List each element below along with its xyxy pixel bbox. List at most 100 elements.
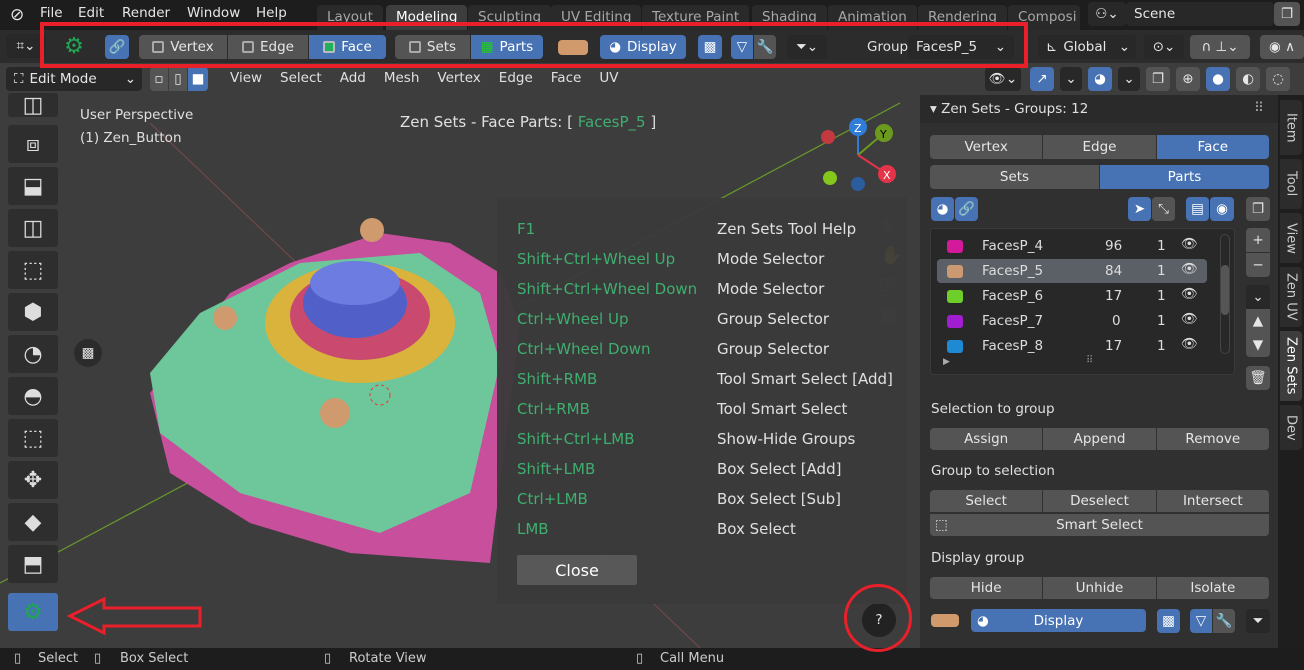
list-item[interactable]: FacesP_7 0 1 👁 <box>937 309 1207 333</box>
deselect-button[interactable]: Deselect <box>1043 490 1157 512</box>
smooth-tool-icon[interactable]: ◓ <box>8 377 58 415</box>
menu-vertex[interactable]: Vertex <box>437 70 480 86</box>
tab-item[interactable]: Item <box>1280 100 1302 155</box>
tab-zen-sets[interactable]: Zen Sets <box>1280 331 1302 401</box>
checker-overlay-icon[interactable]: ▩ <box>74 339 102 367</box>
move-down-icon[interactable]: ▼ <box>1246 333 1270 357</box>
tab-zen-uv[interactable]: Zen UV <box>1280 267 1302 327</box>
copy-icon[interactable]: ❐ <box>1246 197 1270 221</box>
list-item[interactable]: FacesP_6 17 1 👁 <box>937 284 1207 308</box>
poly-build-tool-icon[interactable]: ⬢ <box>8 293 58 331</box>
mode-dropdown[interactable]: ⛶ Edit Mode ⌄ <box>6 67 142 91</box>
blender-logo-icon[interactable]: ⊘ <box>10 5 24 25</box>
eye-toggle-icon[interactable]: ◉ <box>1210 197 1234 221</box>
menu-window[interactable]: Window <box>187 5 240 21</box>
selectability-icon[interactable]: 👁⌄ <box>985 67 1021 91</box>
panel-group-color-swatch[interactable] <box>931 614 959 627</box>
menu-help[interactable]: Help <box>256 5 287 21</box>
trash-icon[interactable]: 🗑 <box>1246 366 1270 390</box>
vertex-select-icon[interactable]: ▫ <box>150 67 168 91</box>
tab-tool[interactable]: Tool <box>1280 159 1302 209</box>
overlay-toggle-icon[interactable]: ◕ <box>1088 67 1112 91</box>
snap-icon[interactable]: ∩ ⊥⌄ <box>1190 35 1250 59</box>
shrink-tool-icon[interactable]: ⬚ <box>8 419 58 457</box>
panel-link-icon[interactable]: 🔗 <box>955 197 978 221</box>
remove-group-icon[interactable]: − <box>1246 253 1270 277</box>
new-scene-icon[interactable]: ❐ <box>1274 2 1300 26</box>
move-tool-icon[interactable]: ✥ <box>8 461 58 499</box>
panel-wrench-icon[interactable]: 🔧 <box>1213 609 1235 633</box>
bevel-tool-icon[interactable]: ◫ <box>8 209 58 247</box>
menu-face[interactable]: Face <box>551 70 582 86</box>
menu-uv[interactable]: UV <box>599 70 618 86</box>
remove-button[interactable]: Remove <box>1156 428 1269 450</box>
drag-handle-icon[interactable]: ⠿ <box>1254 100 1264 116</box>
menu-edit[interactable]: Edit <box>78 5 104 21</box>
resize-handle-icon[interactable]: ⠿ <box>1086 355 1093 366</box>
collapse-icon[interactable]: ⤡ <box>1152 197 1175 221</box>
list-scrollbar[interactable] <box>1220 234 1230 354</box>
list-item[interactable]: FacesP_8 17 1 👁 <box>937 334 1207 358</box>
close-button[interactable]: Close <box>517 555 637 585</box>
proportional-edit-icon[interactable]: ◉ ∧ <box>1260 35 1304 59</box>
list-menu-icon[interactable]: ⌄ <box>1246 285 1270 309</box>
shear-tool-icon[interactable]: ◆ <box>8 503 58 541</box>
menu-add[interactable]: Add <box>340 70 366 86</box>
gizmo-dropdown-icon[interactable]: ⌄ <box>1060 67 1082 91</box>
menu-mesh[interactable]: Mesh <box>384 70 420 86</box>
panel-header[interactable]: ▾ Zen Sets - Groups: 12 ⠿ <box>920 95 1278 123</box>
eye-icon[interactable]: 👁 <box>1181 236 1198 252</box>
expand-icon[interactable]: ▶ <box>943 357 950 367</box>
rip-tool-icon[interactable]: ⬒ <box>8 545 58 583</box>
spin-tool-icon[interactable]: ◔ <box>8 335 58 373</box>
eye-icon[interactable]: 👁 <box>1181 261 1198 277</box>
append-button[interactable]: Append <box>1043 428 1157 450</box>
select-cursor-icon[interactable]: ➤ <box>1128 197 1151 221</box>
loop-cut-tool-icon[interactable]: ⬚ <box>8 251 58 289</box>
panel-face-button[interactable]: Face <box>1156 135 1269 159</box>
unhide-button[interactable]: Unhide <box>1043 577 1157 599</box>
overlay-dropdown-icon[interactable]: ⌄ <box>1118 67 1140 91</box>
eye-icon[interactable]: 👁 <box>1181 311 1198 327</box>
list-item[interactable]: FacesP_4 96 1 👁 <box>937 234 1207 258</box>
smart-select-button[interactable]: ⬚ Smart Select <box>930 514 1269 536</box>
xray-icon[interactable]: ❐ <box>1146 67 1170 91</box>
rendered-shading-icon[interactable]: ◌ <box>1266 67 1290 91</box>
eye-icon[interactable]: 👁 <box>1181 336 1198 352</box>
tab-dev[interactable]: Dev <box>1280 405 1302 450</box>
edge-select-icon[interactable]: ▯ <box>169 67 187 91</box>
zen-sets-tool-active-icon[interactable]: ⚙ <box>8 593 58 631</box>
cursor-tool-icon[interactable]: ◫ <box>8 93 58 118</box>
move-up-icon[interactable]: ▲ <box>1246 309 1270 333</box>
eye-icon[interactable]: 👁 <box>1181 286 1198 302</box>
scene-selector-icon[interactable]: ⚇⌄ <box>1088 2 1126 26</box>
pivot-point-icon[interactable]: ⊙⌄ <box>1144 35 1184 59</box>
panel-sets-button[interactable]: Sets <box>930 165 1100 189</box>
panel-parts-button[interactable]: Parts <box>1100 165 1269 189</box>
isolate-button[interactable]: Isolate <box>1156 577 1269 599</box>
panel-edge-button[interactable]: Edge <box>1043 135 1157 159</box>
add-group-icon[interactable]: + <box>1246 228 1270 252</box>
panel-vertex-button[interactable]: Vertex <box>930 135 1044 159</box>
panel-vertex-filter-icon[interactable]: ▽ <box>1190 609 1212 633</box>
wireframe-shading-icon[interactable]: ⊕ <box>1176 67 1200 91</box>
menu-view[interactable]: View <box>230 70 262 86</box>
panel-display-button[interactable]: ◕ Display <box>971 609 1146 632</box>
material-shading-icon[interactable]: ◐ <box>1236 67 1260 91</box>
solid-shading-icon[interactable]: ● <box>1206 67 1230 91</box>
menu-render[interactable]: Render <box>122 5 170 21</box>
menu-file[interactable]: File <box>40 5 63 21</box>
archive-icon[interactable]: ▤ <box>1186 197 1209 221</box>
list-item-selected[interactable]: FacesP_5 84 1 👁 <box>937 259 1207 283</box>
face-select-icon[interactable]: ■ <box>188 67 208 91</box>
scene-field[interactable]: Scene <box>1126 2 1274 26</box>
extrude-tool-icon[interactable]: ⧈ <box>8 125 58 163</box>
panel-display-icon[interactable]: ◕ <box>931 197 954 221</box>
intersect-button[interactable]: Intersect <box>1156 490 1269 512</box>
gizmo-toggle-icon[interactable]: ↗ <box>1030 67 1054 91</box>
orientation-dropdown[interactable]: ⊾ Global ⌄ <box>1038 35 1136 59</box>
tab-view[interactable]: View <box>1280 213 1302 263</box>
hide-button[interactable]: Hide <box>930 577 1044 599</box>
menu-edge[interactable]: Edge <box>499 70 533 86</box>
select-button[interactable]: Select <box>930 490 1044 512</box>
